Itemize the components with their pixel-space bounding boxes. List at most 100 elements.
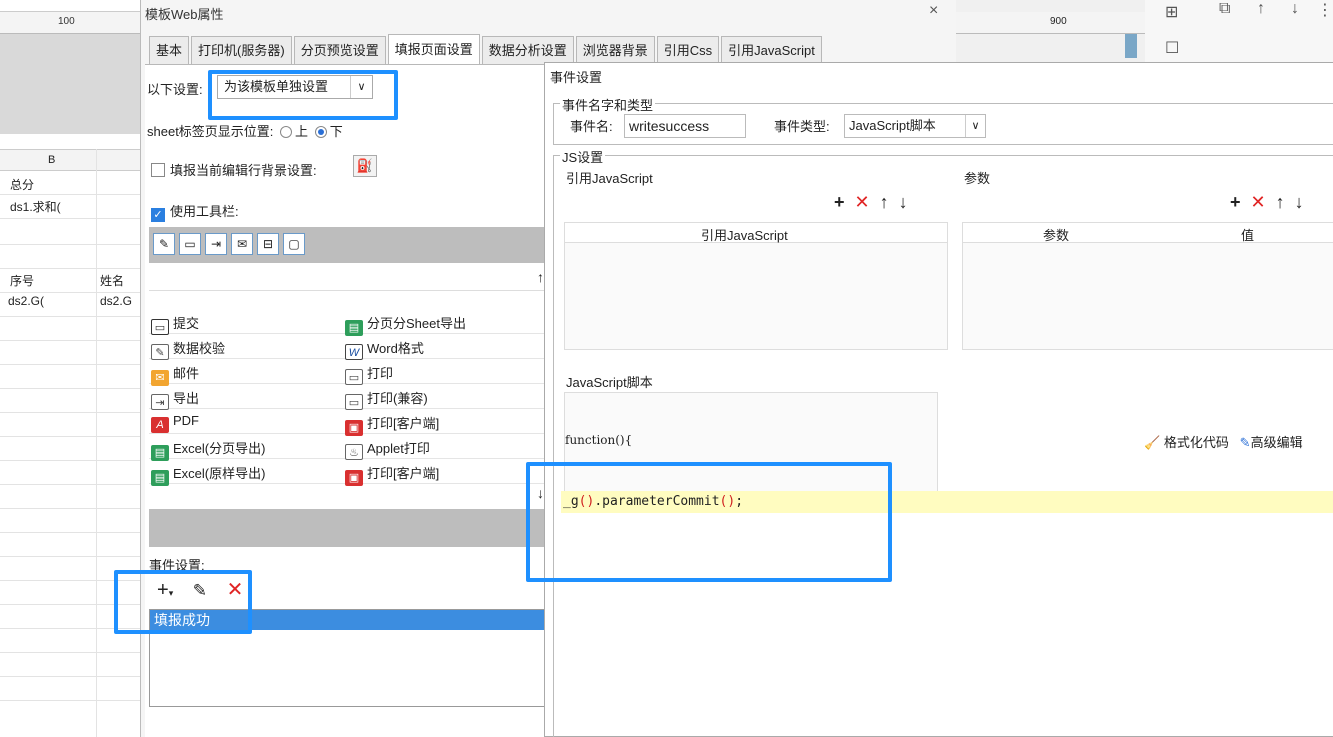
add-ref-js-button[interactable]: +	[834, 192, 845, 212]
tab-ref-javascript[interactable]: 引用JavaScript	[721, 36, 822, 64]
grid-line	[0, 604, 140, 605]
tab-fill-page-settings[interactable]: 填报页面设置	[387, 34, 480, 64]
js-settings-legend: JS设置	[560, 147, 606, 166]
button-label: Word格式	[367, 341, 424, 356]
add-event-button[interactable]: +▾	[157, 579, 173, 601]
list-item[interactable]: ▭ 提交 ▤ 分页分Sheet导出	[149, 309, 549, 336]
radio-top[interactable]	[280, 126, 293, 138]
advanced-edit-label: 高级编辑	[1250, 435, 1303, 450]
move-down-ref-js-button[interactable]: ↓	[899, 192, 908, 212]
edit-row-bg-row: 填报当前编辑行背景设置:	[151, 160, 317, 179]
edit-row-bg-checkbox[interactable]	[151, 163, 165, 177]
tab-page-preview[interactable]: 分页预览设置	[293, 36, 386, 64]
radio-bottom-label: 下	[329, 124, 343, 139]
ref-js-table[interactable]: 引用JavaScript	[564, 222, 948, 350]
grid-line	[0, 436, 140, 437]
params-table-header: 参数 值	[963, 223, 1333, 243]
use-toolbar-checkbox[interactable]: ✓	[151, 208, 165, 222]
add-param-button[interactable]: +	[1230, 192, 1241, 212]
grid-line	[0, 316, 140, 317]
move-down-icon[interactable]: ↓	[537, 485, 544, 501]
window-icon[interactable]: ▢	[283, 233, 305, 255]
format-icon[interactable]: ⊞	[1165, 2, 1178, 22]
delete-ref-js-button[interactable]: ✕	[855, 192, 870, 212]
format-code-button[interactable]: 🧹 格式化代码	[1144, 435, 1229, 450]
button-label: 数据校验	[173, 341, 226, 356]
spreadsheet-top-bar	[0, 0, 140, 12]
cell-total[interactable]: 总分	[10, 176, 34, 193]
grid-line	[0, 364, 140, 365]
sheet-tab-position-row: sheet标签页显示位置: 上 下	[147, 121, 343, 140]
cell-seq-header[interactable]: 序号	[10, 272, 34, 289]
cell-ds1-sum[interactable]: ds1.求和(	[10, 198, 61, 215]
event-item-write-success[interactable]: 填报成功	[150, 610, 548, 630]
copy-icon[interactable]: ⧉	[1219, 0, 1230, 18]
grid-line	[0, 484, 140, 485]
edit-row-bg-label: 填报当前编辑行背景设置:	[170, 163, 317, 178]
print-icon: ▭	[345, 394, 363, 410]
cell-ds2-g[interactable]: ds2.G(	[8, 294, 44, 308]
move-up-icon[interactable]: ↑	[537, 269, 544, 285]
client-print-icon: ▣	[345, 470, 363, 486]
advanced-edit-button[interactable]: ✎高级编辑	[1240, 435, 1303, 450]
tab-browser-background[interactable]: 浏览器背景	[575, 36, 655, 64]
frame-icon[interactable]: ☐	[1165, 38, 1179, 58]
tab-data-analysis[interactable]: 数据分析设置	[481, 36, 574, 64]
delete-param-button[interactable]: ✕	[1251, 192, 1266, 212]
value-column: 值	[1241, 228, 1255, 243]
cell-name-header[interactable]: 姓名	[100, 272, 124, 289]
params-table[interactable]: 参数 值	[962, 222, 1333, 350]
more-icon[interactable]: ⋮	[1317, 0, 1333, 20]
params-toolbar: + ✕ ↑ ↓	[1230, 192, 1304, 213]
tab-printer-server[interactable]: 打印机(服务器)	[191, 36, 292, 64]
validate-icon[interactable]: ✎	[153, 233, 175, 255]
layout-icon[interactable]: ⊟	[257, 233, 279, 255]
code-line-text: _g().parameterCommit();	[563, 494, 744, 509]
spreadsheet-gray-area	[0, 34, 140, 134]
name-type-group: 事件名字和类型 事件名: writesuccess 事件类型: JavaScri…	[553, 95, 1333, 145]
button-label: 导出	[173, 391, 200, 406]
mail-icon[interactable]: ✉	[231, 233, 253, 255]
list-item[interactable]: ✎ 数据校验 W Word格式	[149, 334, 549, 360]
cell-ds2-g-2[interactable]: ds2.G	[100, 294, 132, 308]
code-editor-line[interactable]: _g().parameterCommit();	[561, 491, 1333, 513]
button-label: Excel(分页导出)	[173, 441, 266, 456]
event-type-select[interactable]: JavaScript脚本 ∨	[844, 114, 986, 138]
list-item[interactable]: A PDF ▣ 打印[客户端]	[149, 409, 549, 436]
grid-line	[0, 194, 140, 195]
list-item[interactable]: ▤ Excel(原样导出) ▣ 打印[客户端]	[149, 459, 549, 486]
event-name-input[interactable]: writesuccess	[624, 114, 746, 138]
list-item[interactable]: ✉ 邮件 ▭ 打印	[149, 359, 549, 386]
following-settings-select[interactable]: 为该模板单独设置 ∨	[217, 75, 373, 99]
tab-ref-css[interactable]: 引用Css	[656, 36, 720, 64]
list-item[interactable]: ▤ Excel(分页导出) ♨ Applet打印	[149, 434, 549, 461]
button-label: 打印	[367, 366, 394, 381]
move-down-param-button[interactable]: ↓	[1295, 192, 1304, 212]
arrow-up-icon[interactable]: ↑	[1257, 0, 1265, 18]
grid-line	[0, 460, 140, 461]
tab-basic[interactable]: 基本	[149, 36, 190, 64]
grid-line	[0, 388, 140, 389]
move-up-param-button[interactable]: ↑	[1276, 192, 1285, 212]
use-toolbar-label: 使用工具栏:	[170, 204, 239, 219]
pdf-icon: A	[151, 417, 169, 433]
arrow-down-icon[interactable]: ↓	[1291, 0, 1299, 18]
list-item[interactable]: ⇥ 导出 ▭ 打印(兼容)	[149, 384, 549, 410]
events-settings-label: 事件设置:	[149, 558, 205, 573]
paint-bucket-button[interactable]: ⛽	[353, 155, 377, 177]
button-label: Applet打印	[367, 441, 430, 456]
spreadsheet-grid[interactable]: B 总分 ds1.求和( 序号 姓名 ds2.G( ds2.G	[0, 134, 140, 737]
close-icon[interactable]: ×	[929, 2, 938, 20]
right-ruler: 900	[955, 12, 1145, 34]
grid-line	[0, 412, 140, 413]
radio-bottom[interactable]	[314, 126, 327, 138]
event-list: 填报成功	[149, 609, 549, 707]
export-icon[interactable]: ⇥	[205, 233, 227, 255]
edit-event-button[interactable]: ✎	[193, 581, 207, 600]
function-header: function(){	[565, 433, 633, 447]
delete-event-button[interactable]: ✕	[227, 579, 244, 601]
grid-line	[0, 556, 140, 557]
print-icon[interactable]: ▭	[179, 233, 201, 255]
move-up-ref-js-button[interactable]: ↑	[880, 192, 889, 212]
dialog-title: 模板Web属性	[145, 7, 224, 22]
